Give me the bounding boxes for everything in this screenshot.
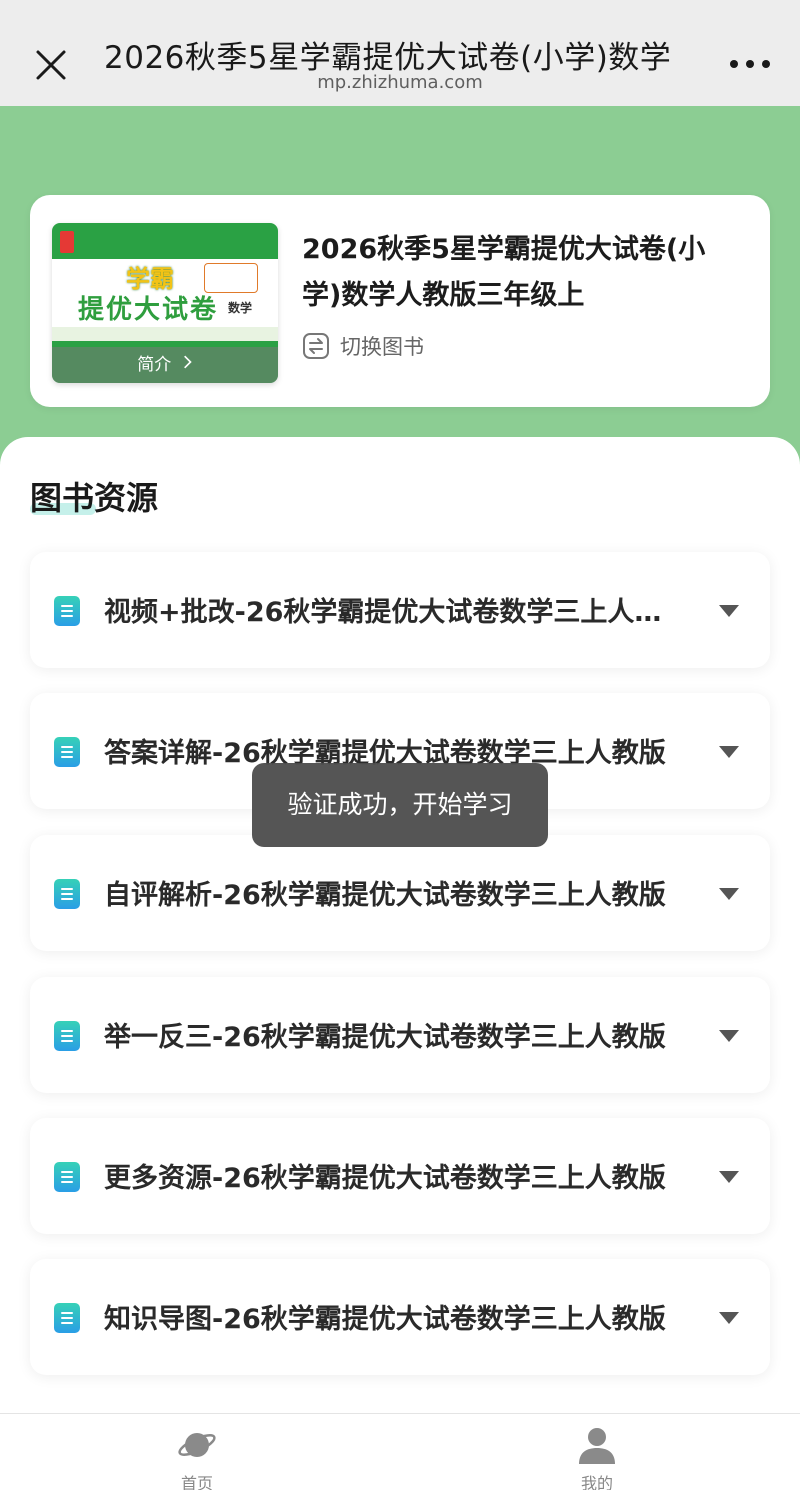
cover-subject-text: 数学	[228, 301, 253, 315]
document-icon	[54, 1162, 80, 1192]
caret-down-icon[interactable]	[718, 1170, 740, 1184]
tab-home[interactable]: 首页	[137, 1424, 257, 1490]
resource-item[interactable]: 知识导图-26秋学霸提优大试卷数学三上人教版	[30, 1259, 770, 1375]
switch-book-label: 切换图书	[340, 335, 424, 359]
resource-item[interactable]: 自评解析-26秋学霸提优大试卷数学三上人教版	[30, 835, 770, 951]
more-dots-icon	[730, 60, 770, 68]
resource-item-label: 举一反三-26秋学霸提优大试卷数学三上人教版	[104, 1022, 666, 1053]
document-icon	[54, 596, 80, 626]
document-icon	[54, 737, 80, 767]
book-card: 学霸 提优大试卷 数学 简介 2026秋季5星学霸提优大试卷(小学)数学人教版三…	[30, 195, 770, 407]
chevron-right-icon	[183, 347, 193, 383]
tab-profile-label: 我的	[580, 1474, 613, 1490]
caret-down-icon[interactable]	[718, 887, 740, 901]
caret-down-icon[interactable]	[718, 604, 740, 618]
intro-label: 简介	[137, 355, 172, 375]
resource-item-label: 更多资源-26秋学霸提优大试卷数学三上人教版	[104, 1163, 666, 1194]
resource-item-label: 自评解析-26秋学霸提优大试卷数学三上人教版	[104, 880, 666, 911]
switch-icon	[303, 333, 329, 359]
resource-item[interactable]: 更多资源-26秋学霸提优大试卷数学三上人教版	[30, 1118, 770, 1234]
resource-item-label: 视频+批改-26秋学霸提优大试卷数学三上人教版	[104, 597, 684, 628]
section-title: 图书资源	[30, 479, 159, 517]
caret-down-icon[interactable]	[718, 1311, 740, 1325]
book-title: 2026秋季5星学霸提优大试卷(小学)数学人教版三年级上	[302, 234, 706, 311]
document-icon	[54, 1021, 80, 1051]
caret-down-icon[interactable]	[718, 745, 740, 759]
intro-button[interactable]: 简介	[52, 347, 278, 383]
resource-item[interactable]: 视频+批改-26秋学霸提优大试卷数学三上人教版	[30, 552, 770, 668]
document-icon	[54, 1303, 80, 1333]
toast-message: 验证成功，开始学习	[252, 763, 548, 847]
planet-icon	[178, 1433, 216, 1457]
tab-home-label: 首页	[180, 1474, 213, 1490]
document-icon	[54, 879, 80, 909]
switch-book-button[interactable]: 切换图书	[302, 331, 424, 361]
user-icon	[579, 1428, 615, 1464]
resource-item-label: 知识导图-26秋学霸提优大试卷数学三上人教版	[104, 1304, 666, 1335]
more-options-button[interactable]	[726, 52, 774, 76]
cover-main-text: 提优大试卷	[78, 295, 219, 325]
top-navigation-bar: 2026秋季5星学霸提优大试卷(小学)数学 mp.zhizhuma.com	[0, 0, 800, 106]
resource-item[interactable]: 举一反三-26秋学霸提优大试卷数学三上人教版	[30, 977, 770, 1093]
bottom-tab-bar: 首页 我的	[0, 1413, 800, 1490]
cover-top-strip	[52, 223, 278, 259]
book-cover[interactable]: 学霸 提优大试卷 数学 简介	[52, 223, 278, 383]
tab-profile[interactable]: 我的	[537, 1424, 657, 1490]
caret-down-icon[interactable]	[718, 1029, 740, 1043]
page-domain: mp.zhizhuma.com	[317, 72, 483, 93]
cover-logo	[60, 231, 74, 253]
